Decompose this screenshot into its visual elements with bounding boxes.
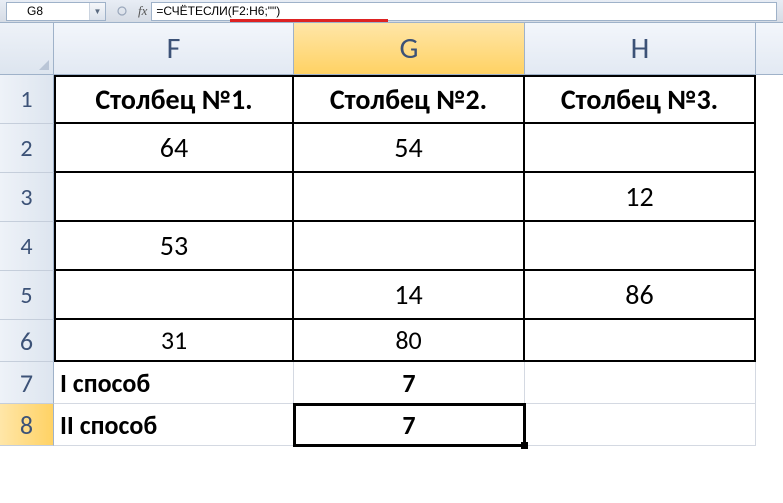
cell-G1[interactable]: Столбец №2. bbox=[294, 75, 525, 124]
cell-G3[interactable] bbox=[294, 173, 525, 222]
cell-G8[interactable]: 7 bbox=[294, 404, 525, 446]
row-header-8[interactable]: 8 bbox=[0, 404, 54, 446]
cell-H8[interactable] bbox=[525, 404, 756, 446]
cell-H2[interactable] bbox=[525, 124, 756, 173]
annotation-underline bbox=[230, 19, 388, 22]
row-7: 7 I способ 7 bbox=[0, 362, 783, 404]
cell-H7[interactable] bbox=[525, 362, 756, 404]
formula-input[interactable]: =СЧЁТЕСЛИ(F2:H6;"") bbox=[151, 2, 777, 21]
cell-H5[interactable]: 86 bbox=[525, 271, 756, 320]
cell-G7[interactable]: 7 bbox=[294, 362, 525, 404]
row-header-2[interactable]: 2 bbox=[0, 124, 54, 173]
cell-F5[interactable] bbox=[54, 271, 294, 320]
row-header-4[interactable]: 4 bbox=[0, 222, 54, 271]
col-header-F[interactable]: F bbox=[54, 23, 294, 74]
col-header-G[interactable]: G bbox=[294, 23, 525, 74]
cell-G5[interactable]: 14 bbox=[294, 271, 525, 320]
cell-F4[interactable]: 53 bbox=[54, 222, 294, 271]
cell-G6[interactable]: 80 bbox=[294, 320, 525, 362]
cell-F8[interactable]: II способ bbox=[54, 404, 294, 446]
cell-G2[interactable]: 54 bbox=[294, 124, 525, 173]
name-box-dropdown-icon[interactable]: ▼ bbox=[89, 3, 105, 20]
row-4: 4 53 bbox=[0, 222, 783, 271]
row-header-6[interactable]: 6 bbox=[0, 320, 54, 362]
row-header-3[interactable]: 3 bbox=[0, 173, 54, 222]
cell-F7[interactable]: I способ bbox=[54, 362, 294, 404]
row-3: 3 12 bbox=[0, 173, 783, 222]
formula-bar: G8 ▼ fx =СЧЁТЕСЛИ(F2:H6;"") bbox=[0, 0, 783, 23]
cell-H4[interactable] bbox=[525, 222, 756, 271]
row-8: 8 II способ 7 bbox=[0, 404, 783, 446]
row-5: 5 14 86 bbox=[0, 271, 783, 320]
cell-G4[interactable] bbox=[294, 222, 525, 271]
cell-F3[interactable] bbox=[54, 173, 294, 222]
row-header-7[interactable]: 7 bbox=[0, 362, 54, 404]
cell-F1[interactable]: Столбец №1. bbox=[54, 75, 294, 124]
column-headers-row: F G H bbox=[0, 23, 783, 75]
row-header-5[interactable]: 5 bbox=[0, 271, 54, 320]
name-box[interactable]: G8 ▼ bbox=[6, 2, 106, 21]
row-6: 6 31 80 bbox=[0, 320, 783, 362]
spreadsheet-grid[interactable]: F G H 1 Столбец №1. Столбец №2. Столбец … bbox=[0, 23, 783, 503]
cell-F6[interactable]: 31 bbox=[54, 320, 294, 362]
fx-icon[interactable]: fx bbox=[138, 3, 147, 19]
cell-H6[interactable] bbox=[525, 320, 756, 362]
row-header-1[interactable]: 1 bbox=[0, 75, 54, 124]
select-all-corner[interactable] bbox=[0, 23, 54, 74]
row-2: 2 64 54 bbox=[0, 124, 783, 173]
cell-H3[interactable]: 12 bbox=[525, 173, 756, 222]
col-header-H[interactable]: H bbox=[525, 23, 756, 74]
cancel-formula-icon[interactable] bbox=[112, 2, 132, 20]
formula-controls: fx bbox=[112, 2, 147, 20]
cell-H1[interactable]: Столбец №3. bbox=[525, 75, 756, 124]
cell-F2[interactable]: 64 bbox=[54, 124, 294, 173]
formula-text: =СЧЁТЕСЛИ(F2:H6;"") bbox=[156, 4, 280, 18]
name-box-value: G8 bbox=[27, 4, 43, 18]
row-1: 1 Столбец №1. Столбец №2. Столбец №3. bbox=[0, 75, 783, 124]
